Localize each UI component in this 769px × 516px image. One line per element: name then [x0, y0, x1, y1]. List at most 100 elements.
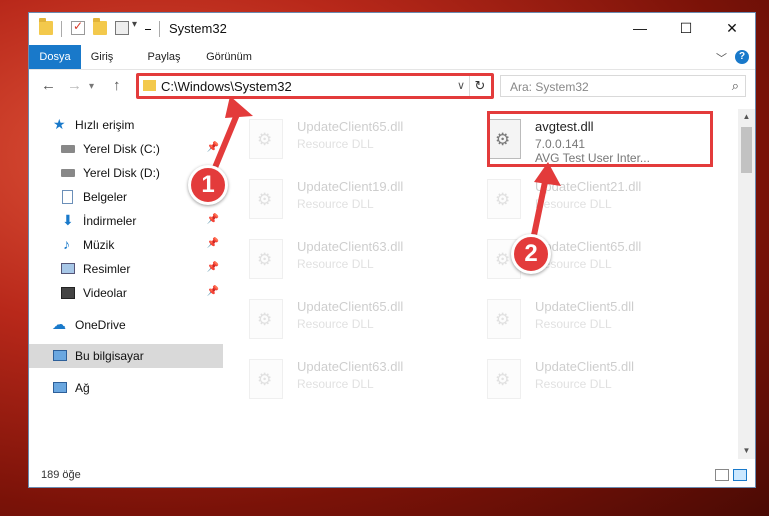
- sidebar-item-network[interactable]: Ağ: [29, 376, 223, 400]
- minimize-button[interactable]: —: [617, 13, 663, 43]
- file-list: UpdateClient65.dll Resource DLL avgtest.…: [243, 109, 739, 459]
- file-item[interactable]: UpdateClient65.dll Resource DLL: [243, 293, 473, 347]
- file-item[interactable]: UpdateClient5.dll Resource DLL: [481, 353, 711, 407]
- window-title: System32: [169, 21, 227, 36]
- customize-arrow-icon[interactable]: [145, 29, 151, 30]
- details-view-icon[interactable]: [715, 469, 729, 481]
- drive-icon: [61, 145, 75, 153]
- separator: [159, 21, 160, 37]
- file-type: Resource DLL: [535, 317, 612, 331]
- sidebar-item-label: Yerel Disk (C:): [83, 142, 160, 156]
- status-bar: 189 öğe: [29, 465, 755, 487]
- file-type: Resource DLL: [297, 137, 374, 151]
- pin-icon[interactable]: 📌: [207, 142, 219, 153]
- file-name: UpdateClient65.dll: [297, 119, 404, 134]
- back-button[interactable]: ←: [41, 77, 56, 94]
- callout-badge-1: 1: [188, 165, 228, 205]
- properties-check-icon[interactable]: [71, 19, 85, 35]
- customize-dropdown-icon[interactable]: ▾: [132, 19, 137, 30]
- scroll-up-icon[interactable]: ▲: [738, 109, 755, 125]
- network-icon: [53, 382, 67, 393]
- maximize-button[interactable]: ☐: [663, 13, 709, 43]
- sidebar-item-disk-c[interactable]: Yerel Disk (C:) 📌: [29, 137, 223, 161]
- sidebar-item-onedrive[interactable]: ☁ OneDrive: [29, 313, 223, 337]
- separator: [61, 21, 62, 37]
- file-item[interactable]: UpdateClient21.dll Resource DLL: [481, 173, 711, 227]
- pin-icon[interactable]: 📌: [207, 214, 219, 225]
- up-button[interactable]: ↑: [113, 77, 121, 94]
- scroll-thumb[interactable]: [741, 127, 752, 173]
- recent-locations-icon[interactable]: ▾: [89, 81, 94, 92]
- documents-icon: [62, 190, 73, 204]
- pin-icon[interactable]: 📌: [207, 238, 219, 249]
- music-icon: ♪: [63, 236, 70, 252]
- drive-icon: [61, 169, 75, 177]
- file-type: Resource DLL: [297, 317, 374, 331]
- sidebar-item-label: Belgeler: [83, 190, 128, 204]
- vertical-scrollbar[interactable]: ▲ ▼: [738, 109, 755, 459]
- sidebar-item-this-pc[interactable]: Bu bilgisayar: [29, 344, 223, 368]
- file-name: UpdateClient63.dll: [297, 239, 404, 254]
- explorer-window: ▾ System32 — ☐ ✕ Dosya Giriş Paylaş Görü…: [28, 12, 756, 488]
- item-count: 189 öğe: [41, 469, 81, 481]
- tab-paylas[interactable]: Paylaş: [142, 45, 186, 69]
- navigation-pane: ★ Hızlı erişim Yerel Disk (C:) 📌 Yerel D…: [29, 109, 223, 459]
- pin-icon[interactable]: 📌: [207, 286, 219, 297]
- search-icon[interactable]: ⌕: [732, 78, 739, 94]
- file-name: UpdateClient5.dll: [535, 359, 635, 374]
- large-icons-view-icon[interactable]: [733, 469, 747, 481]
- cloud-icon: ☁: [52, 316, 66, 332]
- sidebar-item-pictures[interactable]: Resimler 📌: [29, 257, 223, 281]
- sidebar-item-music[interactable]: ♪ Müzik 📌: [29, 233, 223, 257]
- callout-badge-2: 2: [511, 234, 551, 274]
- title-bar: ▾ System32 — ☐ ✕: [29, 13, 755, 45]
- file-type: Resource DLL: [535, 377, 612, 391]
- dll-file-icon: [487, 359, 521, 399]
- sidebar-item-label: Hızlı erişim: [75, 118, 135, 132]
- file-name: UpdateClient21.dll: [535, 179, 642, 194]
- properties-icon[interactable]: [115, 21, 129, 35]
- sidebar-item-quick-access[interactable]: ★ Hızlı erişim: [29, 113, 223, 137]
- star-icon: ★: [53, 116, 66, 132]
- sidebar-item-label: Videolar: [83, 286, 127, 300]
- forward-button[interactable]: →: [67, 77, 82, 94]
- help-icon[interactable]: ?: [735, 50, 749, 64]
- file-item[interactable]: UpdateClient63.dll Resource DLL: [243, 353, 473, 407]
- sidebar-item-label: OneDrive: [75, 318, 126, 332]
- sidebar-item-label: Ağ: [75, 381, 90, 395]
- file-type: Resource DLL: [297, 377, 374, 391]
- tab-giris[interactable]: Giriş: [84, 45, 120, 69]
- file-item[interactable]: UpdateClient19.dll Resource DLL: [243, 173, 473, 227]
- dll-file-icon: [249, 179, 283, 219]
- dll-file-icon: [249, 299, 283, 339]
- address-highlight-box: [136, 73, 494, 99]
- sidebar-item-label: Bu bilgisayar: [75, 349, 144, 363]
- file-type: Resource DLL: [535, 197, 612, 211]
- tab-dosya[interactable]: Dosya: [29, 45, 81, 69]
- scroll-down-icon[interactable]: ▼: [738, 443, 755, 459]
- expand-ribbon-icon[interactable]: ﹀: [716, 50, 727, 66]
- sidebar-item-videos[interactable]: Videolar 📌: [29, 281, 223, 305]
- file-name: UpdateClient19.dll: [297, 179, 404, 194]
- file-item[interactable]: UpdateClient5.dll Resource DLL: [481, 293, 711, 347]
- close-button[interactable]: ✕: [709, 13, 755, 43]
- sidebar-item-downloads[interactable]: ⬇ İndirmeler 📌: [29, 209, 223, 233]
- file-item[interactable]: UpdateClient63.dll Resource DLL: [243, 233, 473, 287]
- file-name: UpdateClient5.dll: [535, 299, 635, 314]
- new-folder-icon[interactable]: [93, 18, 107, 35]
- file-type: Resource DLL: [297, 257, 374, 271]
- computer-icon: [53, 350, 67, 361]
- folder-icon: [39, 18, 53, 35]
- sidebar-item-label: Resimler: [83, 262, 131, 276]
- download-icon: ⬇: [62, 212, 74, 228]
- file-name: UpdateClient65.dll: [297, 299, 404, 314]
- file-highlight-box: [487, 111, 713, 167]
- file-item[interactable]: UpdateClient65.dll Resource DLL: [243, 113, 473, 167]
- search-placeholder: Ara: System32: [510, 80, 589, 94]
- navigation-bar: ← → ▾ ↑ C:\Windows\System32 ∨ ↻ Ara: Sys…: [29, 70, 755, 102]
- search-box[interactable]: Ara: System32 ⌕: [500, 75, 746, 97]
- dll-file-icon: [487, 299, 521, 339]
- tab-gorunum[interactable]: Görünüm: [201, 45, 257, 69]
- pin-icon[interactable]: 📌: [207, 262, 219, 273]
- sidebar-item-label: Yerel Disk (D:): [83, 166, 160, 180]
